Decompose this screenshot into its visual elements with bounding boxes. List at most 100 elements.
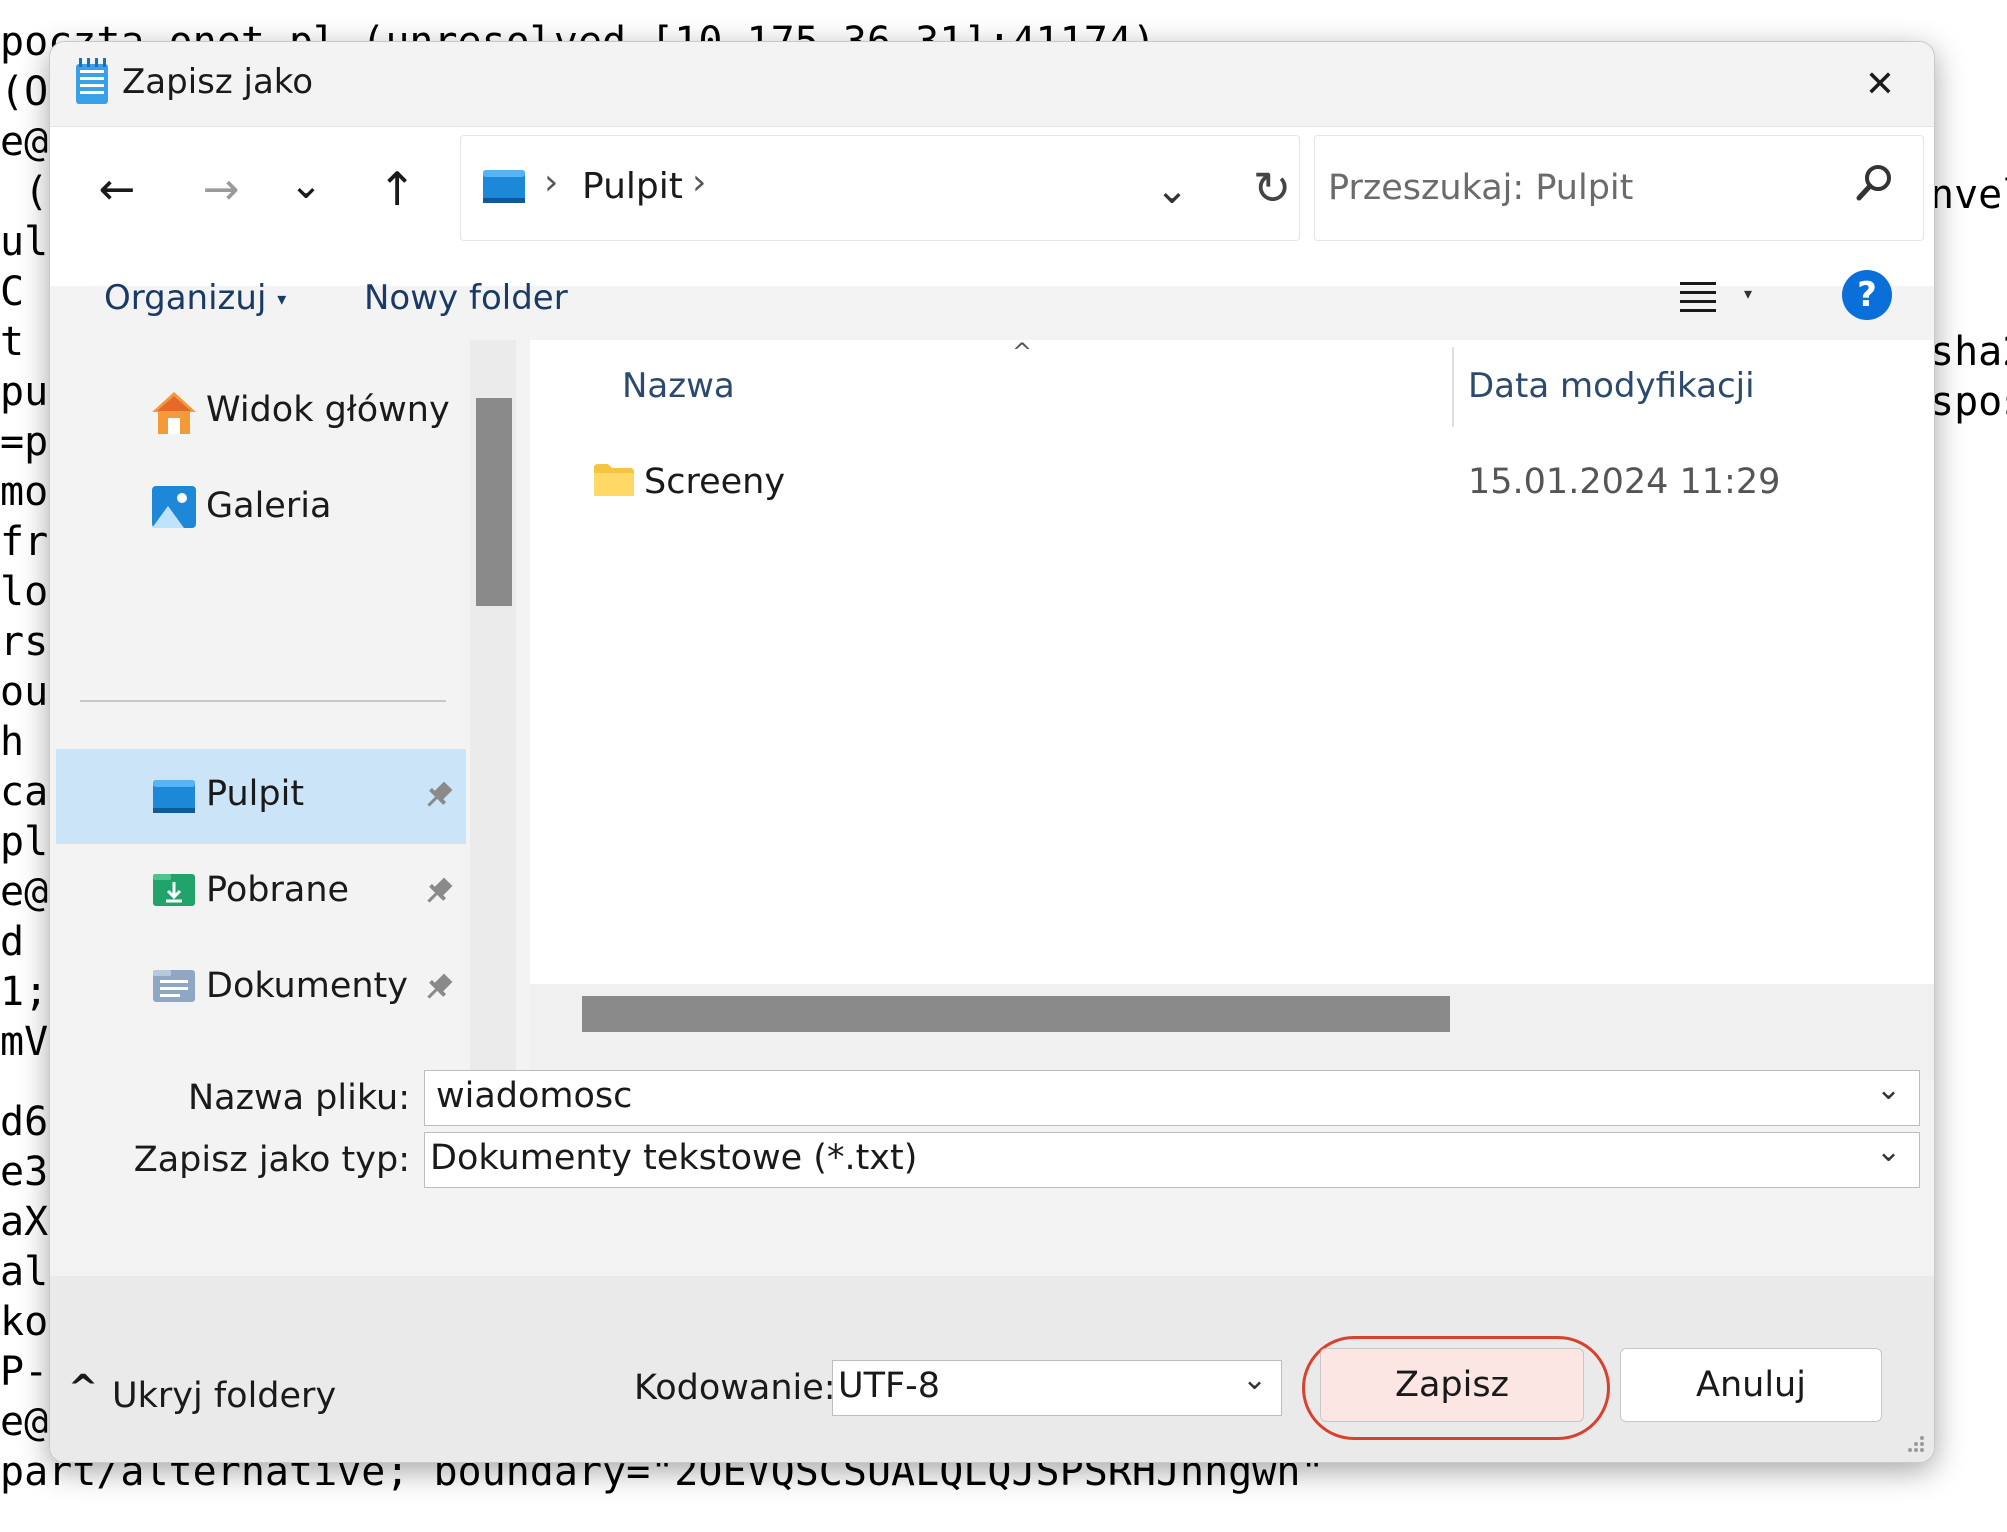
file-list-pane [530, 340, 1934, 1080]
save-as-dialog: Zapisz jako ✕ ← → ⌄ ↑ › Pulpit › ⌄ ↻ Prz… [49, 41, 1935, 1463]
terminal-line: ul [0, 219, 49, 265]
terminal-line: e@ [0, 869, 49, 915]
sort-ascending-icon: ^ [1012, 338, 1033, 366]
address-dropdown-button[interactable]: ⌄ [1144, 162, 1200, 218]
hide-folders-toggle[interactable]: Ukryj foldery [112, 1376, 336, 1416]
terminal-line: d [0, 919, 25, 965]
terminal-line: =p [0, 419, 49, 465]
terminal-line: al [0, 1249, 49, 1295]
close-icon: ✕ [1864, 63, 1896, 105]
help-icon: ? [1857, 275, 1877, 315]
column-header-name[interactable]: Nazwa [622, 366, 735, 406]
dialog-title: Zapisz jako [122, 62, 314, 102]
organize-button[interactable]: Organizuj ▾ [104, 278, 286, 318]
nav-item-gallery[interactable]: Galeria [206, 486, 331, 526]
terminal-line: fr [0, 519, 49, 565]
search-icon[interactable] [1850, 158, 1900, 208]
terminal-line: ca [0, 769, 49, 815]
filename-input[interactable]: wiadomosc [436, 1076, 632, 1116]
view-options-button[interactable]: ▾ [1678, 278, 1758, 324]
chevron-down-icon[interactable]: ⌄ [1242, 1362, 1267, 1397]
caret-down-icon: ▾ [277, 289, 287, 310]
title-bar [50, 42, 1934, 126]
terminal-line: t [0, 319, 25, 365]
breadcrumb-separator[interactable]: › [692, 162, 706, 203]
terminal-line: 1; [0, 969, 49, 1015]
terminal-line: P- [0, 1349, 49, 1395]
encoding-label: Kodowanie: [634, 1368, 836, 1408]
new-folder-button[interactable]: Nowy folder [364, 278, 568, 318]
back-button[interactable]: ← [82, 154, 152, 224]
forward-arrow-icon: → [202, 163, 240, 215]
chevron-down-icon: ⌄ [289, 162, 323, 208]
resize-grip-icon[interactable] [1902, 1432, 1926, 1456]
terminal-line: (O [0, 69, 49, 115]
chevron-down-icon[interactable]: ⌄ [1876, 1134, 1901, 1169]
back-arrow-icon: ← [98, 163, 136, 215]
refresh-button[interactable]: ↻ [1242, 158, 1302, 218]
terminal-line: aX [0, 1199, 49, 1245]
terminal-fragment: sha2 [1930, 329, 2007, 375]
home-icon [150, 390, 198, 436]
terminal-line: rs [0, 619, 49, 665]
notepad-icon [74, 58, 110, 104]
pin-icon[interactable] [422, 874, 458, 910]
nav-item-documents[interactable]: Dokumenty [206, 966, 408, 1006]
caret-down-icon: ▾ [1744, 284, 1753, 303]
terminal-line: pl [0, 819, 49, 865]
cancel-button[interactable]: Anuluj [1620, 1348, 1882, 1422]
column-divider[interactable] [1452, 347, 1454, 427]
breadcrumb-separator: › [544, 162, 559, 203]
file-type-value[interactable]: Dokumenty tekstowe (*.txt) [430, 1138, 917, 1178]
recent-locations-button[interactable]: ⌄ [276, 150, 336, 220]
file-list-scroll-thumb[interactable] [582, 996, 1450, 1032]
up-button[interactable]: ↑ [362, 154, 432, 224]
desktop-folder-icon [152, 778, 196, 814]
file-row-date: 15.01.2024 11:29 [1468, 462, 1781, 502]
terminal-line: pu [0, 369, 49, 415]
close-button[interactable]: ✕ [1850, 56, 1910, 112]
terminal-line: ou [0, 669, 49, 715]
documents-folder-icon [152, 968, 196, 1004]
help-button[interactable]: ? [1842, 270, 1892, 320]
chevron-up-icon[interactable]: ^ [68, 1368, 98, 1409]
chevron-down-icon: ⌄ [1155, 167, 1189, 213]
folder-icon [592, 462, 636, 498]
terminal-line: d6 [0, 1099, 49, 1145]
search-input[interactable]: Przeszukaj: Pulpit [1328, 168, 1633, 208]
file-row-name[interactable]: Screeny [644, 462, 785, 502]
pin-icon[interactable] [422, 970, 458, 1006]
up-arrow-icon: ↑ [377, 162, 417, 216]
terminal-fragment: nvel [1930, 172, 2007, 218]
column-header-date[interactable]: Data modyfikacji [1468, 366, 1755, 406]
file-type-label: Zapisz jako typ: [133, 1140, 410, 1180]
save-button[interactable]: Zapisz [1320, 1348, 1584, 1422]
nav-item-desktop[interactable]: Pulpit [206, 774, 304, 814]
organize-label: Organizuj [104, 278, 267, 318]
terminal-line: mo [0, 469, 49, 515]
desktop-icon [482, 168, 526, 204]
terminal-line: C [0, 269, 25, 315]
forward-button[interactable]: → [186, 154, 256, 224]
refresh-icon: ↻ [1252, 161, 1292, 215]
chevron-down-icon[interactable]: ⌄ [1876, 1072, 1901, 1107]
terminal-line: ko [0, 1299, 49, 1345]
nav-separator [80, 700, 446, 702]
breadcrumb-location[interactable]: Pulpit [582, 166, 683, 207]
pin-icon[interactable] [422, 778, 458, 814]
terminal-line: e@ [0, 119, 49, 165]
terminal-line: mV [0, 1019, 49, 1065]
terminal-line: h [0, 719, 25, 765]
nav-item-home[interactable]: Widok główny [206, 390, 450, 430]
list-view-icon [1680, 282, 1716, 312]
downloads-folder-icon [152, 872, 196, 908]
nav-pane-scroll-thumb[interactable] [476, 398, 512, 606]
terminal-fragment: spos [1930, 379, 2007, 425]
nav-item-downloads[interactable]: Pobrane [206, 870, 349, 910]
terminal-line: ( [0, 169, 49, 215]
terminal-line: e3 [0, 1149, 49, 1195]
encoding-value[interactable]: UTF-8 [838, 1366, 940, 1406]
terminal-line: lo [0, 569, 49, 615]
filename-combobox[interactable] [424, 1070, 1920, 1126]
gallery-icon [150, 484, 198, 530]
